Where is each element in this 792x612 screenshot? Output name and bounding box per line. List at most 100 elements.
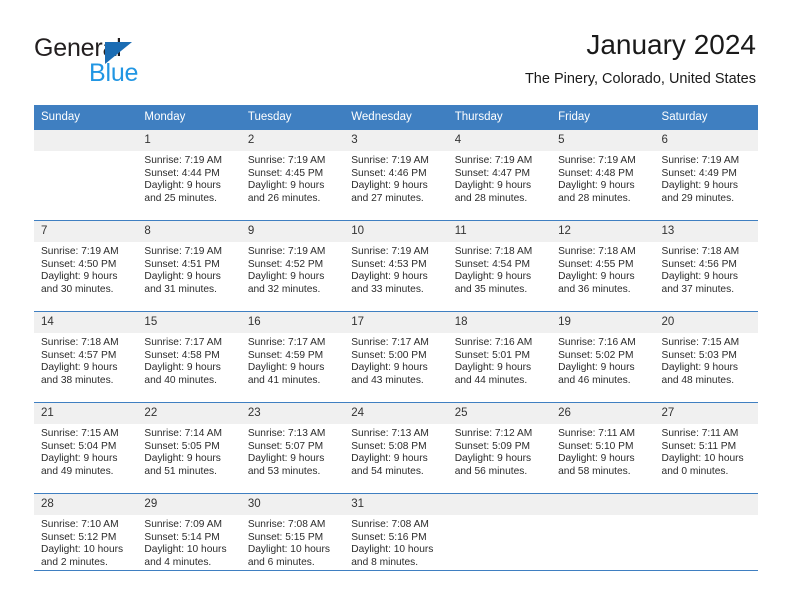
day-cell[interactable]: 26 Sunrise: 7:11 AM Sunset: 5:10 PM Dayl…	[551, 402, 655, 494]
day-details: Sunrise: 7:15 AM Sunset: 5:03 PM Dayligh…	[655, 333, 758, 387]
general-blue-logo[interactable]: General Blue	[34, 34, 244, 90]
day-details: Sunrise: 7:15 AM Sunset: 5:04 PM Dayligh…	[34, 424, 137, 478]
day-cell[interactable]: 2 Sunrise: 7:19 AM Sunset: 4:45 PM Dayli…	[240, 129, 345, 221]
sunset-text: Sunset: 5:12 PM	[41, 531, 117, 543]
sunrise-text: Sunrise: 7:14 AM	[144, 428, 223, 439]
daylight-text-line1: Daylight: 9 hours	[41, 362, 118, 374]
day-cell[interactable]: 14 Sunrise: 7:18 AM Sunset: 4:57 PM Dayl…	[34, 311, 138, 403]
day-cell[interactable]: 9 Sunrise: 7:19 AM Sunset: 4:52 PM Dayli…	[240, 220, 345, 312]
sunrise-text: Sunrise: 7:16 AM	[454, 337, 533, 348]
day-cell[interactable]: 21 Sunrise: 7:15 AM Sunset: 5:04 PM Dayl…	[34, 402, 138, 494]
day-cell[interactable]: 3 Sunrise: 7:19 AM Sunset: 4:46 PM Dayli…	[344, 129, 448, 221]
day-cell[interactable]: 7 Sunrise: 7:19 AM Sunset: 4:50 PM Dayli…	[34, 220, 138, 312]
daylight-text-line1: Daylight: 9 hours	[558, 362, 635, 374]
daylight-text-line1: Daylight: 10 hours	[247, 544, 330, 556]
day-details: Sunrise: 7:18 AM Sunset: 4:55 PM Dayligh…	[551, 242, 654, 296]
day-cell[interactable]: 19 Sunrise: 7:16 AM Sunset: 5:02 PM Dayl…	[551, 311, 655, 403]
day-number: 26	[551, 403, 655, 424]
day-number: 24	[344, 403, 448, 424]
sunrise-text: Sunrise: 7:19 AM	[247, 246, 326, 257]
sunset-text: Sunset: 4:51 PM	[144, 258, 220, 270]
day-cell[interactable]: 4 Sunrise: 7:19 AM Sunset: 4:47 PM Dayli…	[447, 129, 552, 221]
page-subtitle: The Pinery, Colorado, United States	[524, 71, 756, 87]
daylight-text-line2: and 32 minutes.	[247, 283, 321, 295]
daylight-text-line2: and 29 minutes.	[661, 192, 735, 204]
day-number: 25	[447, 403, 552, 424]
day-cell[interactable]	[34, 129, 138, 221]
sunset-text: Sunset: 4:54 PM	[454, 258, 531, 270]
sunrise-text: Sunrise: 7:19 AM	[351, 155, 429, 166]
daylight-text-line2: and 58 minutes.	[558, 465, 631, 477]
daylight-text-line2: and 37 minutes.	[661, 283, 735, 295]
daylight-text-line1: Daylight: 9 hours	[41, 271, 118, 283]
day-cell[interactable]: 5 Sunrise: 7:19 AM Sunset: 4:48 PM Dayli…	[551, 129, 655, 221]
sunrise-text: Sunrise: 7:09 AM	[144, 519, 223, 530]
day-details: Sunrise: 7:09 AM Sunset: 5:14 PM Dayligh…	[137, 515, 240, 569]
daylight-text-line2: and 51 minutes.	[144, 465, 217, 477]
day-cell[interactable]: 22 Sunrise: 7:14 AM Sunset: 5:05 PM Dayl…	[137, 402, 241, 494]
sunrise-text: Sunrise: 7:15 AM	[661, 337, 740, 348]
day-cell[interactable]: 23 Sunrise: 7:13 AM Sunset: 5:07 PM Dayl…	[240, 402, 345, 494]
day-number: 6	[654, 130, 758, 151]
day-details: Sunrise: 7:19 AM Sunset: 4:51 PM Dayligh…	[137, 242, 240, 296]
daylight-text-line1: Daylight: 10 hours	[144, 544, 227, 556]
day-cell[interactable]: 8 Sunrise: 7:19 AM Sunset: 4:51 PM Dayli…	[137, 220, 241, 312]
daylight-text-line1: Daylight: 9 hours	[247, 362, 325, 374]
daylight-text-line2: and 26 minutes.	[247, 192, 321, 204]
sunset-text: Sunset: 5:10 PM	[558, 440, 634, 452]
sunset-text: Sunset: 5:01 PM	[454, 349, 531, 361]
day-details: Sunrise: 7:13 AM Sunset: 5:07 PM Dayligh…	[241, 424, 344, 478]
day-details: Sunrise: 7:19 AM Sunset: 4:44 PM Dayligh…	[137, 151, 240, 205]
day-cell[interactable]: 12 Sunrise: 7:18 AM Sunset: 4:55 PM Dayl…	[551, 220, 655, 312]
day-details: Sunrise: 7:13 AM Sunset: 5:08 PM Dayligh…	[344, 424, 447, 478]
sunset-text: Sunset: 4:59 PM	[247, 349, 324, 361]
daylight-text-line2: and 54 minutes.	[351, 465, 424, 477]
day-cell[interactable]: 25 Sunrise: 7:12 AM Sunset: 5:09 PM Dayl…	[447, 402, 552, 494]
day-cell[interactable]: 11 Sunrise: 7:18 AM Sunset: 4:54 PM Dayl…	[447, 220, 552, 312]
daylight-text-line1: Daylight: 9 hours	[558, 180, 635, 192]
day-cell[interactable]: 1 Sunrise: 7:19 AM Sunset: 4:44 PM Dayli…	[137, 129, 241, 221]
day-number: 21	[34, 403, 138, 424]
daylight-text-line2: and 8 minutes.	[351, 556, 419, 568]
weekday-header-thursday: Thursday	[447, 105, 552, 130]
day-number: 22	[137, 403, 241, 424]
day-cell[interactable]: 27 Sunrise: 7:11 AM Sunset: 5:11 PM Dayl…	[654, 402, 758, 494]
daylight-text-line1: Daylight: 9 hours	[661, 362, 738, 374]
day-details: Sunrise: 7:19 AM Sunset: 4:52 PM Dayligh…	[241, 242, 344, 296]
weekday-header-sunday: Sunday	[34, 105, 138, 130]
day-cell[interactable]: 13 Sunrise: 7:18 AM Sunset: 4:56 PM Dayl…	[654, 220, 758, 312]
day-number: 23	[240, 403, 345, 424]
sunrise-text: Sunrise: 7:15 AM	[41, 428, 119, 439]
day-cell[interactable]: 17 Sunrise: 7:17 AM Sunset: 5:00 PM Dayl…	[344, 311, 448, 403]
weekday-header-tuesday: Tuesday	[240, 105, 345, 130]
sunset-text: Sunset: 5:02 PM	[558, 349, 634, 361]
day-number: 20	[654, 312, 758, 333]
sunrise-text: Sunrise: 7:19 AM	[558, 155, 636, 166]
logo-text-blue: Blue	[89, 59, 139, 87]
daylight-text-line1: Daylight: 9 hours	[558, 453, 635, 465]
day-cell[interactable]: 16 Sunrise: 7:17 AM Sunset: 4:59 PM Dayl…	[240, 311, 345, 403]
week-row: 1 Sunrise: 7:19 AM Sunset: 4:44 PM Dayli…	[34, 129, 758, 221]
calendar-bottom-rule	[34, 570, 758, 571]
day-cell[interactable]: 10 Sunrise: 7:19 AM Sunset: 4:53 PM Dayl…	[344, 220, 448, 312]
daylight-text-line2: and 31 minutes.	[144, 283, 217, 295]
day-cell[interactable]: 24 Sunrise: 7:13 AM Sunset: 5:08 PM Dayl…	[344, 402, 448, 494]
sunset-text: Sunset: 4:52 PM	[247, 258, 324, 270]
day-details: Sunrise: 7:19 AM Sunset: 4:53 PM Dayligh…	[344, 242, 447, 296]
day-number: 5	[551, 130, 655, 151]
week-row: 21 Sunrise: 7:15 AM Sunset: 5:04 PM Dayl…	[34, 402, 758, 494]
week-row: 7 Sunrise: 7:19 AM Sunset: 4:50 PM Dayli…	[34, 220, 758, 312]
sunrise-text: Sunrise: 7:16 AM	[558, 337, 636, 348]
day-cell[interactable]: 6 Sunrise: 7:19 AM Sunset: 4:49 PM Dayli…	[654, 129, 758, 221]
day-cell[interactable]: 20 Sunrise: 7:15 AM Sunset: 5:03 PM Dayl…	[654, 311, 758, 403]
day-cell[interactable]: 15 Sunrise: 7:17 AM Sunset: 4:58 PM Dayl…	[137, 311, 241, 403]
daylight-text-line1: Daylight: 9 hours	[144, 453, 221, 465]
daylight-text-line2: and 46 minutes.	[558, 374, 631, 386]
sunrise-text: Sunrise: 7:19 AM	[454, 155, 533, 166]
day-number: 17	[344, 312, 448, 333]
day-cell[interactable]: 18 Sunrise: 7:16 AM Sunset: 5:01 PM Dayl…	[447, 311, 552, 403]
day-number	[654, 494, 758, 515]
day-number: 18	[447, 312, 552, 333]
daylight-text-line2: and 56 minutes.	[454, 465, 528, 477]
sunrise-text: Sunrise: 7:19 AM	[41, 246, 119, 257]
